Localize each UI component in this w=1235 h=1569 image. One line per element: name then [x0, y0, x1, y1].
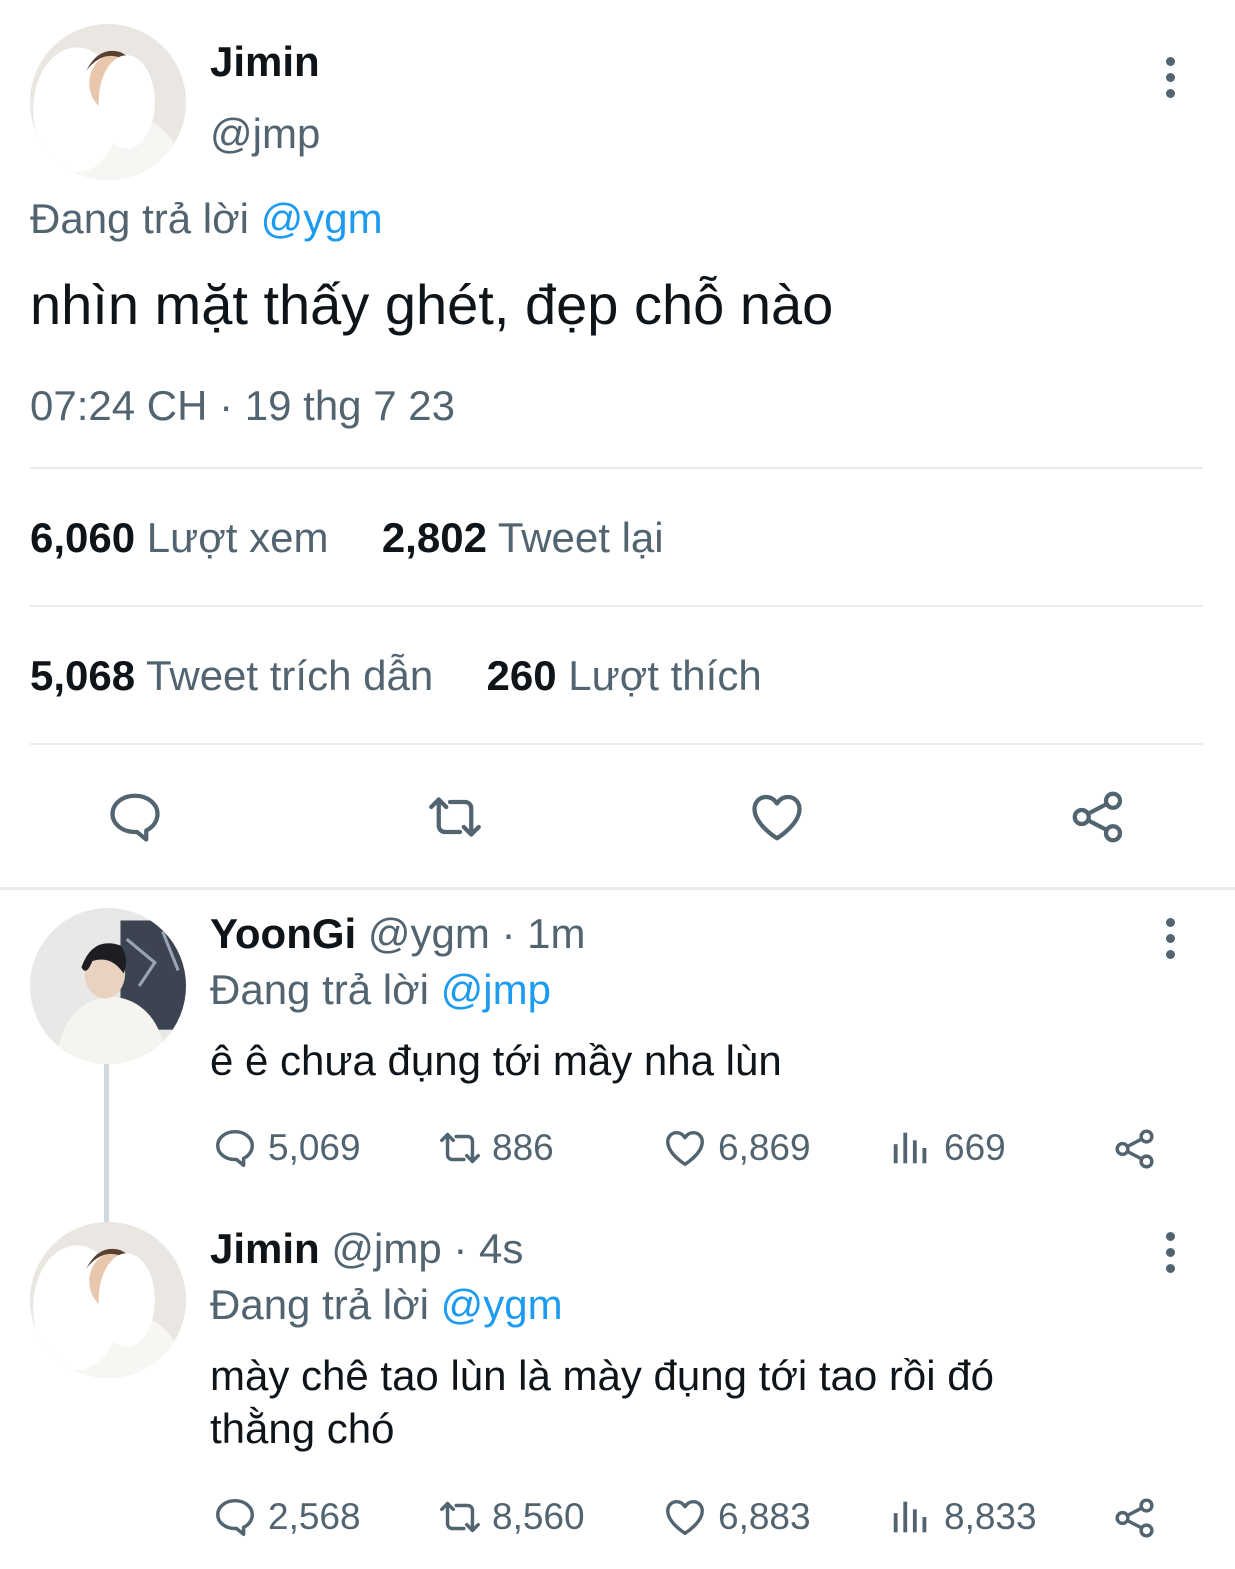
section-divider — [0, 887, 1235, 890]
reply-header: YoonGi @ygm · 1m — [210, 910, 586, 958]
reply-icon — [212, 1125, 258, 1171]
retweet-icon — [434, 1125, 486, 1171]
handle-time[interactable]: @jmp · 4s — [331, 1225, 523, 1272]
reply-to-link[interactable]: @ygm — [261, 195, 383, 242]
like-button[interactable]: 6,883 — [662, 1494, 811, 1540]
reply-header: Jimin @jmp · 4s — [210, 1225, 523, 1273]
like-count: 6,883 — [718, 1496, 811, 1537]
views-chart-icon — [888, 1494, 934, 1540]
share-icon[interactable] — [1112, 1495, 1158, 1541]
views-button[interactable]: 669 — [888, 1125, 1006, 1171]
share-icon[interactable] — [1112, 1126, 1158, 1172]
reply-text-line-2: thằng chó — [210, 1405, 395, 1452]
retweets-count[interactable]: 2,802 — [382, 514, 487, 561]
reply-text-line-1: mày chê tao lùn là mày đụng tới tao rồi … — [210, 1352, 994, 1399]
more-options-icon[interactable] — [1164, 57, 1176, 98]
avatar-jimin[interactable] — [30, 1222, 186, 1378]
reply-context: Đang trả lời @jmp — [210, 966, 551, 1014]
tweet-text: nhìn mặt thấy ghét, đẹp chỗ nào — [30, 273, 834, 336]
reply-context: Đang trả lời @ygm — [30, 195, 383, 243]
reply-context: Đang trả lời @ygm — [210, 1281, 563, 1329]
divider — [30, 605, 1203, 607]
retweet-count: 8,560 — [492, 1496, 585, 1537]
divider — [30, 743, 1203, 745]
reply-to-link[interactable]: @ygm — [441, 1281, 563, 1328]
likes-count[interactable]: 260 — [487, 652, 557, 699]
views-count: 669 — [944, 1127, 1006, 1168]
reply-prefix: Đang trả lời — [210, 966, 429, 1013]
views-button[interactable]: 8,833 — [888, 1494, 1037, 1540]
reply-button[interactable]: 5,069 — [212, 1125, 361, 1171]
retweets-label[interactable]: Tweet lại — [498, 514, 664, 561]
tweet-timestamp[interactable]: 07:24 CH · 19 thg 7 23 — [30, 382, 455, 430]
reply-button[interactable]: 2,568 — [212, 1494, 361, 1540]
reply-prefix: Đang trả lời — [30, 195, 249, 242]
avatar-jimin[interactable] — [30, 24, 186, 180]
like-button[interactable]: 6,869 — [662, 1125, 811, 1171]
like-count: 6,869 — [718, 1127, 811, 1168]
more-options-icon[interactable] — [1164, 918, 1176, 959]
views-label: Lượt xem — [146, 514, 329, 561]
retweet-count: 886 — [492, 1127, 554, 1168]
user-handle[interactable]: @jmp — [210, 110, 320, 158]
retweet-button[interactable]: 886 — [434, 1125, 554, 1171]
quotes-label[interactable]: Tweet trích dẫn — [146, 652, 433, 699]
views-count: 6,060 — [30, 514, 136, 561]
like-icon — [662, 1125, 708, 1171]
display-name[interactable]: Jimin — [210, 38, 320, 86]
views-chart-icon — [888, 1125, 934, 1171]
avatar-yoongi[interactable] — [30, 908, 186, 1064]
divider — [30, 467, 1203, 469]
reply-to-link[interactable]: @jmp — [441, 966, 551, 1013]
stats-row-1: 6,060 Lượt xem 2,802 Tweet lại — [30, 514, 664, 562]
reply-count: 2,568 — [268, 1496, 361, 1537]
display-name[interactable]: Jimin — [210, 1225, 320, 1272]
display-name[interactable]: YoonGi — [210, 910, 356, 957]
reply-count: 5,069 — [268, 1127, 361, 1168]
retweet-icon[interactable] — [422, 787, 488, 847]
retweet-button[interactable]: 8,560 — [434, 1494, 585, 1540]
likes-label[interactable]: Lượt thích — [568, 652, 761, 699]
reply-text: ê ê chưa đụng tới mầy nha lùn — [210, 1037, 782, 1084]
reply-prefix: Đang trả lời — [210, 1281, 429, 1328]
reply-icon[interactable] — [105, 787, 165, 847]
quotes-count[interactable]: 5,068 — [30, 652, 135, 699]
like-icon — [662, 1494, 708, 1540]
retweet-icon — [434, 1494, 486, 1540]
stats-row-2: 5,068 Tweet trích dẫn 260 Lượt thích — [30, 652, 762, 700]
share-icon[interactable] — [1068, 787, 1128, 847]
thread-line — [104, 1064, 109, 1224]
handle-time[interactable]: @ygm · 1m — [368, 910, 586, 957]
views-count: 8,833 — [944, 1496, 1037, 1537]
like-icon[interactable] — [746, 787, 808, 847]
more-options-icon[interactable] — [1164, 1232, 1176, 1273]
reply-icon — [212, 1494, 258, 1540]
